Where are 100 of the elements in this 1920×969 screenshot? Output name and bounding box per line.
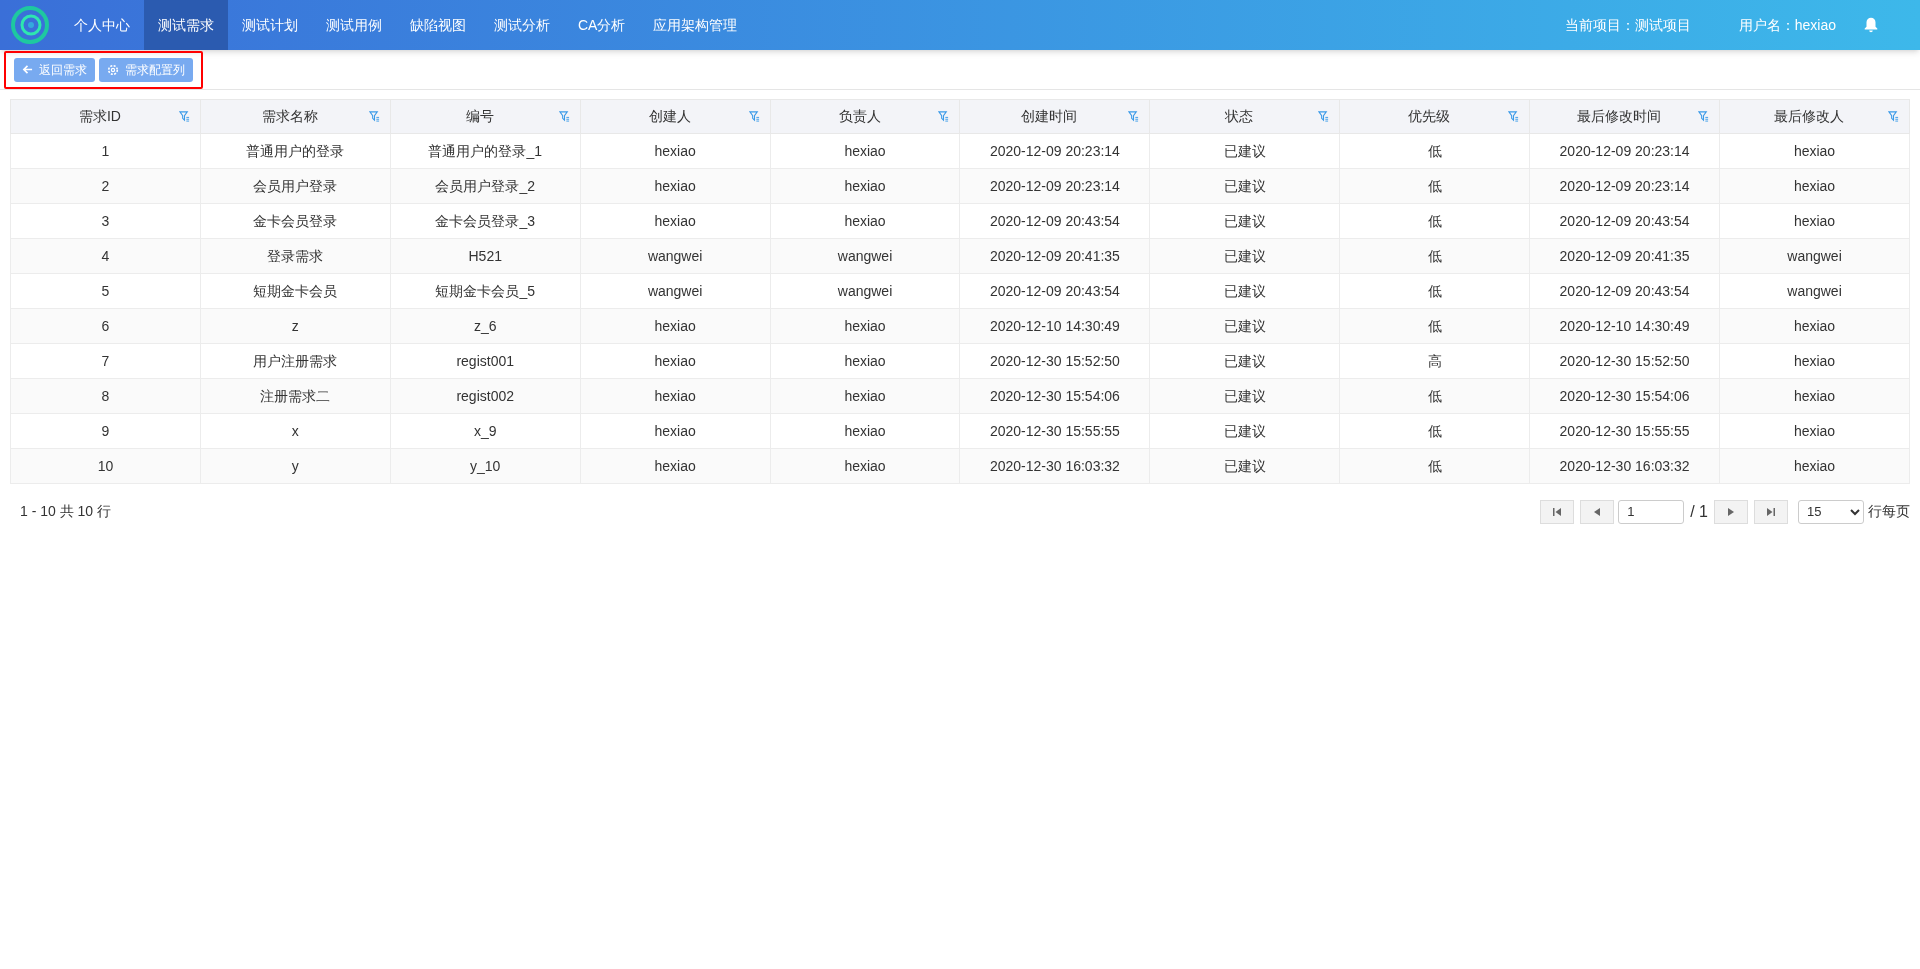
table-cell: hexiao [770,168,960,204]
per-page-label: 行每页 [1868,502,1910,521]
table-cell: hexiao [1719,168,1910,204]
filter-icon[interactable] [558,111,570,122]
nav-tab[interactable]: 应用架构管理 [639,0,752,50]
table-cell: 已建议 [1149,378,1340,414]
table-cell: x [200,413,391,449]
table-cell: 10 [10,448,201,484]
column-header[interactable]: 创建人 [580,99,771,134]
table-cell: 2020-12-09 20:43:54 [959,273,1150,309]
table-cell: hexiao [1719,308,1910,344]
table-cell: hexiao [1719,343,1910,379]
table-cell: hexiao [770,203,960,239]
filter-icon[interactable] [1318,111,1330,122]
nav-tab[interactable]: 缺陷视图 [396,0,480,50]
current-project-label: 当前项目：测试项目 [1564,15,1691,35]
table-cell: 2020-12-30 16:03:32 [1529,448,1720,484]
table-cell: hexiao [770,343,960,379]
table-cell: hexiao [1719,413,1910,449]
table-cell: 2020-12-30 15:52:50 [1529,343,1720,379]
table-cell: 2020-12-30 15:54:06 [1529,378,1720,414]
column-header[interactable]: 编号 [390,99,581,134]
table-cell: H521 [390,238,581,274]
table-cell: 2 [10,168,201,204]
table-cell: hexiao [1719,448,1910,484]
table-cell: 1 [10,133,201,169]
table-cell: 会员用户登录_2 [390,168,581,204]
table-cell: z_6 [390,308,581,344]
page-number-field[interactable]: 1 [1618,499,1685,524]
table-cell: 7 [10,343,201,379]
filter-icon[interactable] [938,111,950,122]
table-cell: 9 [10,413,201,449]
table-cell: 2020-12-09 20:41:35 [1529,238,1720,274]
nav-tab[interactable]: CA分析 [564,0,640,50]
nav-tab[interactable]: 测试用例 [312,0,396,50]
table-cell: 2020-12-30 15:54:06 [959,378,1150,414]
table-cell: 2020-12-09 20:43:54 [1529,273,1720,309]
table-cell: 2020-12-09 20:41:35 [959,238,1150,274]
previous-page-icon [1593,506,1602,517]
table-cell: 低 [1339,203,1530,239]
column-header[interactable]: 需求名称 [200,99,391,134]
column-header[interactable]: 最后修改人 [1719,99,1910,134]
filter-icon[interactable] [178,111,190,122]
table-cell: 已建议 [1149,203,1340,239]
previous-page-button[interactable] [1580,499,1615,524]
table-cell: hexiao [580,203,771,239]
table-cell: wangwei [580,273,771,309]
column-header[interactable]: 需求ID [10,99,201,134]
table-cell: 会员用户登录 [200,168,391,204]
column-header[interactable]: 负责人 [770,99,960,134]
nav-tab[interactable]: 测试需求 [144,0,228,50]
filter-icon[interactable] [1698,111,1709,122]
table-cell: hexiao [1719,133,1910,169]
column-header[interactable]: 状态 [1149,99,1340,134]
column-header[interactable]: 优先级 [1339,99,1530,134]
table-cell: 2020-12-09 20:43:54 [1529,203,1720,239]
table-cell: 低 [1339,308,1530,344]
next-page-icon [1727,506,1735,517]
page-size-select[interactable]: 15 [1798,499,1864,524]
nav-tab[interactable]: 个人中心 [60,0,144,50]
table-cell: 2020-12-09 20:23:14 [1529,168,1720,204]
table-cell: hexiao [580,133,771,169]
table-cell: 已建议 [1149,273,1340,309]
first-page-button[interactable] [1540,499,1575,524]
table-cell: wangwei [770,238,960,274]
filter-icon[interactable] [748,111,760,122]
table-cell: hexiao [770,308,960,344]
next-page-button[interactable] [1714,499,1748,524]
table-cell: hexiao [1719,378,1910,414]
column-header[interactable]: 创建时间 [959,99,1150,134]
table-cell: 2020-12-09 20:23:14 [1529,133,1720,169]
table-cell: 已建议 [1149,238,1340,274]
table-cell: wangwei [770,273,960,309]
table-cell: hexiao [580,168,771,204]
table-cell: 2020-12-09 20:43:54 [959,203,1150,239]
username-label: 用户名：hexiao [1738,15,1836,35]
filter-icon[interactable] [1508,111,1520,122]
table-cell: 2020-12-09 20:23:14 [959,168,1150,204]
table-cell: 金卡会员登录_3 [390,203,581,239]
table-cell: 4 [10,238,201,274]
table-cell: hexiao [770,378,960,414]
table-cell: wangwei [580,238,771,274]
filter-icon[interactable] [1888,111,1899,122]
last-page-button[interactable] [1754,499,1788,524]
nav-tab[interactable]: 测试分析 [480,0,564,50]
nav-tab[interactable]: 测试计划 [228,0,312,50]
table-cell: 已建议 [1149,413,1340,449]
table-cell: hexiao [770,133,960,169]
table-cell: 低 [1339,168,1530,204]
column-header[interactable]: 最后修改时间 [1529,99,1720,134]
notification-bell-icon[interactable] [1862,16,1880,34]
table-cell: regist001 [390,343,581,379]
table-cell: 2020-12-10 14:30:49 [959,308,1150,344]
table-cell: 已建议 [1149,168,1340,204]
row-count-summary: 1 - 10 共 10 行 [20,502,112,521]
table-cell: 6 [10,308,201,344]
filter-icon[interactable] [368,111,380,122]
logo-icon [10,5,50,45]
table-cell: 低 [1339,133,1530,169]
filter-icon[interactable] [1128,111,1140,122]
